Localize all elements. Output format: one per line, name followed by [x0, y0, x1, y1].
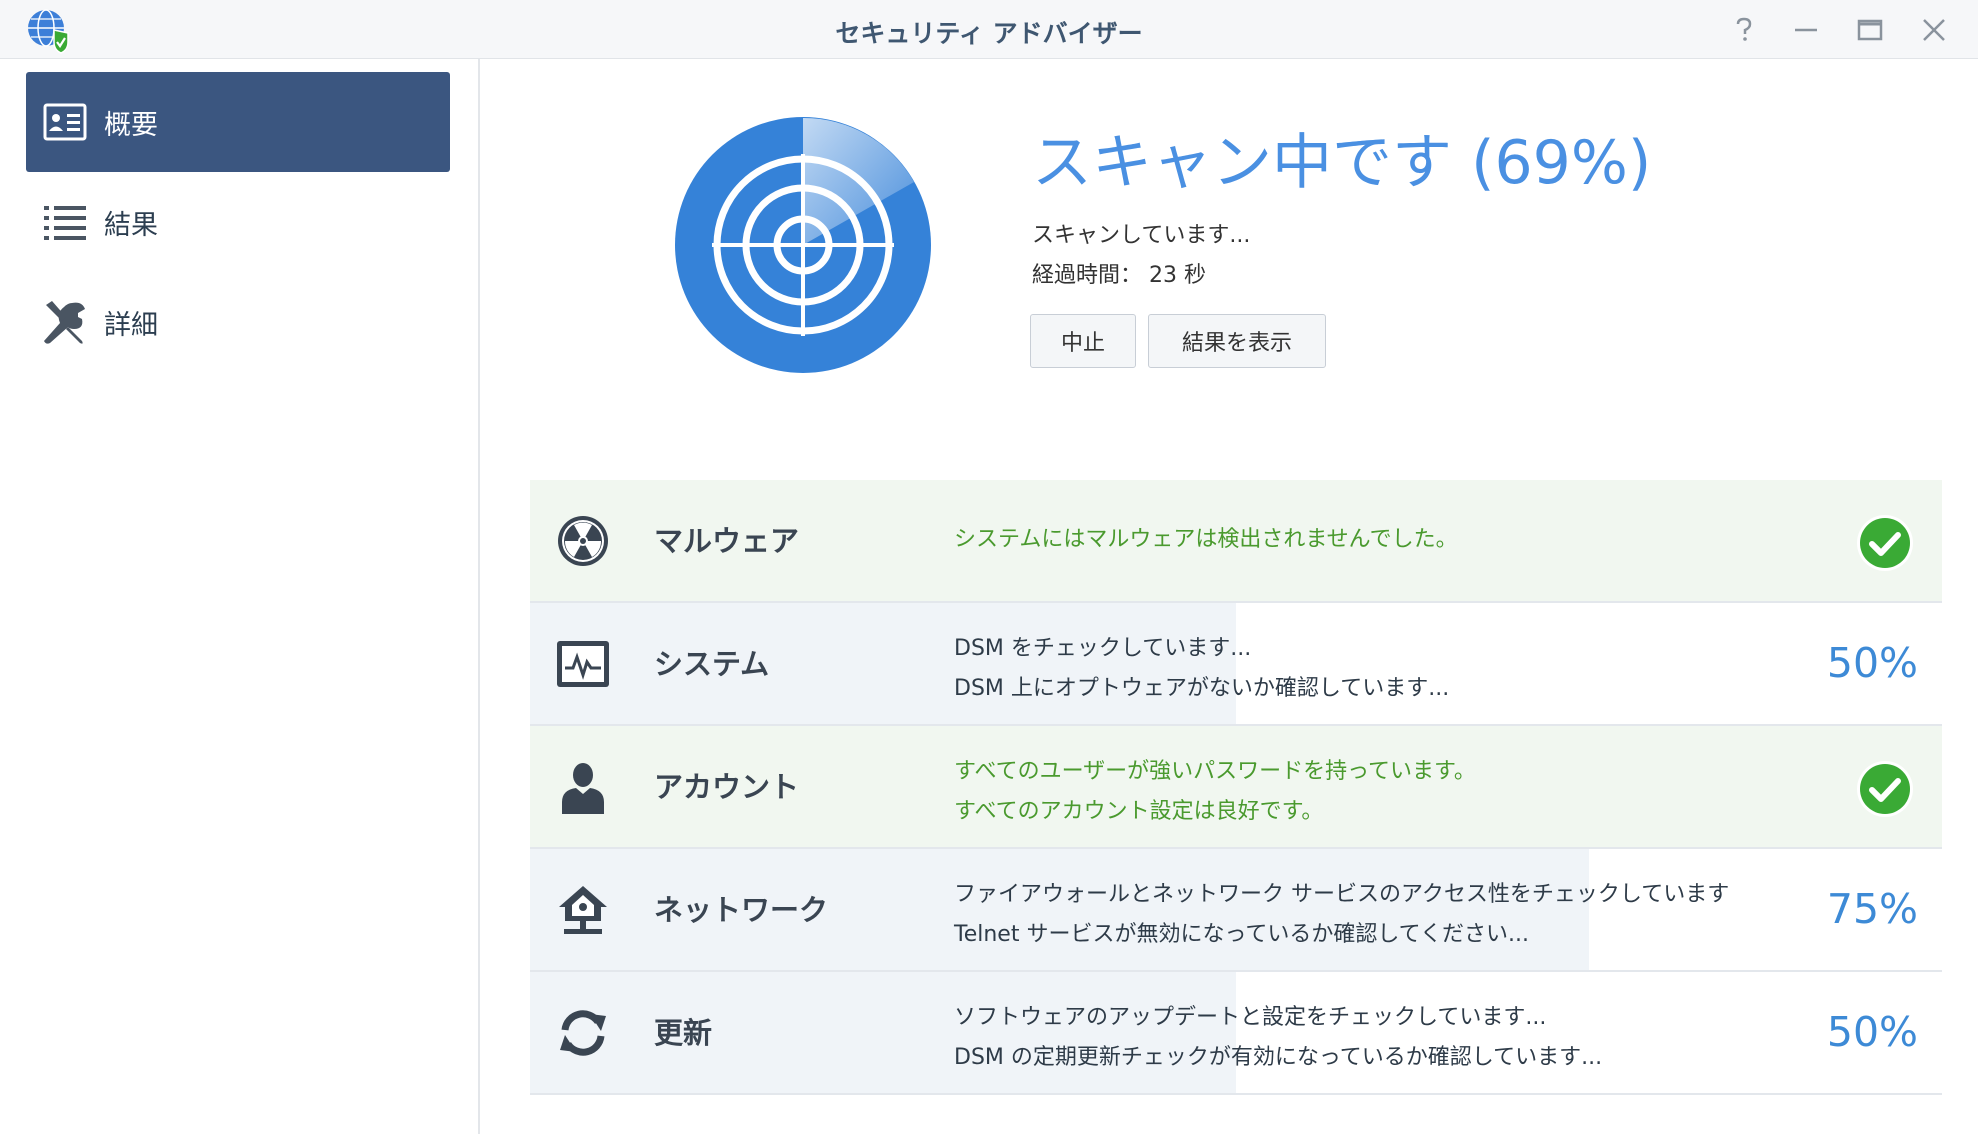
minimize-icon — [1795, 28, 1817, 32]
sidebar-item-label: 結果 — [104, 209, 158, 241]
tools-icon — [42, 299, 88, 345]
refresh-icon — [560, 1010, 606, 1056]
sidebar-item-details[interactable]: 詳細 — [26, 272, 450, 372]
category-line: ファイアウォールとネットワーク サービスのアクセス性をチェックしています — [954, 882, 1730, 907]
stop-button[interactable]: 中止 — [1030, 314, 1136, 368]
category-row-malware: マルウェア システムにはマルウェアは検出されませんでした。 — [530, 480, 1942, 603]
category-line: DSM をチェックしています... — [954, 636, 1252, 661]
category-percent: 50% — [1826, 1008, 1918, 1056]
category-percent: 50% — [1826, 639, 1918, 687]
category-description: システムにはマルウェアは検出されませんでした。 — [954, 520, 1458, 560]
close-icon — [1923, 19, 1945, 41]
category-description: DSM をチェックしています... DSM 上にオプトウェアがないか確認していま… — [954, 629, 1449, 709]
category-label: システム — [654, 647, 770, 681]
security-advisor-window: セキュリティ アドバイザー 概要 結果 詳細 スキャン中です (69%) スキャ… — [0, 0, 1978, 1134]
list-icon — [42, 199, 88, 245]
help-button[interactable] — [1728, 14, 1760, 46]
category-line: Telnet サービスが無効になっているか確認してください... — [954, 922, 1530, 947]
window-title: セキュリティ アドバイザー — [835, 19, 1143, 48]
title-bar: セキュリティ アドバイザー — [0, 0, 1978, 59]
overview-card-icon — [42, 99, 88, 145]
scan-status-text: スキャンしています... — [1032, 223, 1251, 248]
category-list: マルウェア システムにはマルウェアは検出されませんでした。 システム DSM を… — [530, 480, 1942, 1095]
category-line: DSM 上にオプトウェアがないか確認しています... — [954, 676, 1450, 701]
check-circle-icon — [1857, 515, 1913, 571]
radiation-icon — [558, 516, 608, 566]
sidebar-item-label: 概要 — [104, 109, 158, 141]
maximize-icon — [1857, 19, 1883, 41]
category-description: すべてのユーザーが強いパスワードを持っています。 すべてのアカウント設定は良好で… — [954, 752, 1476, 832]
category-line: すべてのアカウント設定は良好です。 — [954, 799, 1324, 824]
category-label: マルウェア — [654, 524, 800, 558]
category-description: ファイアウォールとネットワーク サービスのアクセス性をチェックしています Tel… — [954, 875, 1729, 955]
scan-progress-title: スキャン中です (69%) — [1032, 128, 1652, 198]
view-results-button[interactable]: 結果を表示 — [1148, 314, 1326, 368]
user-icon — [562, 763, 604, 814]
sidebar: 概要 結果 詳細 — [0, 59, 480, 1134]
category-percent: 75% — [1826, 885, 1918, 933]
category-line: ソフトウェアのアップデートと設定をチェックしています... — [954, 1005, 1547, 1030]
category-row-system: システム DSM をチェックしています... DSM 上にオプトウェアがないか確… — [530, 603, 1942, 726]
category-line: すべてのユーザーが強いパスワードを持っています。 — [954, 759, 1476, 784]
help-icon — [1736, 17, 1752, 41]
sidebar-item-label: 詳細 — [104, 309, 158, 341]
close-button[interactable] — [1918, 14, 1950, 46]
maximize-button[interactable] — [1854, 14, 1886, 46]
system-monitor-icon — [557, 641, 609, 687]
main-panel: スキャン中です (69%) スキャンしています... 経過時間： 23 秒 中止… — [482, 59, 1978, 1134]
sidebar-item-overview[interactable]: 概要 — [26, 72, 450, 172]
minimize-button[interactable] — [1790, 14, 1822, 46]
category-row-account: アカウント すべてのユーザーが強いパスワードを持っています。 すべてのアカウント… — [530, 726, 1942, 849]
elapsed-time-text: 経過時間： 23 秒 — [1032, 263, 1206, 288]
category-line: システムにはマルウェアは検出されませんでした。 — [954, 527, 1458, 552]
category-description: ソフトウェアのアップデートと設定をチェックしています... DSM の定期更新チ… — [954, 998, 1602, 1078]
category-label: アカウント — [654, 770, 800, 804]
category-row-update: 更新 ソフトウェアのアップデートと設定をチェックしています... DSM の定期… — [530, 972, 1942, 1095]
category-line: DSM の定期更新チェックが有効になっているか確認しています... — [954, 1045, 1603, 1070]
category-label: 更新 — [654, 1016, 713, 1050]
scan-radar-icon — [675, 117, 931, 373]
sidebar-item-results[interactable]: 結果 — [26, 172, 450, 272]
network-home-icon — [559, 886, 607, 934]
category-row-network: ネットワーク ファイアウォールとネットワーク サービスのアクセス性をチェックして… — [530, 849, 1942, 972]
category-label: ネットワーク — [654, 893, 829, 927]
check-circle-icon — [1857, 761, 1913, 817]
